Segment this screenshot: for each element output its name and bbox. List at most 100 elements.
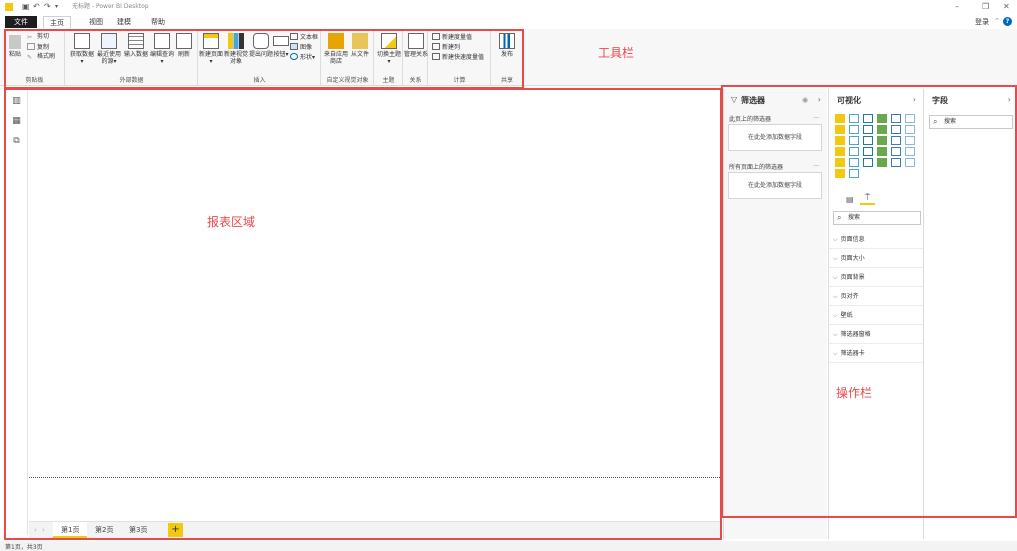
model-view-icon[interactable]: ⧉ [11,136,22,146]
gauge-icon[interactable] [863,147,873,156]
format-section-item[interactable]: ⌵ 页面背景 [829,268,923,287]
area-icon[interactable] [849,125,859,134]
filled-map-icon[interactable] [835,147,845,156]
copy-button[interactable]: 复制 [27,43,49,52]
ask-question-button[interactable]: 提出问题 [249,33,273,58]
format-painter-button[interactable]: ✎ 格式刷 [27,53,55,61]
from-marketplace-button[interactable]: 来自应用商店 [324,33,348,65]
data-view-icon[interactable]: ▦ [11,116,22,126]
chevron-right-icon[interactable]: › [1008,95,1011,104]
pie-icon[interactable] [863,136,873,145]
format-section-item[interactable]: ⌵ 页面大小 [829,249,923,268]
close-icon[interactable]: ✕ [1003,2,1010,11]
get-data-button[interactable]: 获取数据▾ [70,33,94,65]
table-icon[interactable] [863,158,873,167]
line-icon[interactable] [835,125,845,134]
multirow-card-icon[interactable] [891,147,901,156]
clustered-bar-icon[interactable] [863,114,873,123]
tab-file[interactable]: 文件 [5,16,37,28]
format-section-item[interactable]: ⌵ 页对齐 [829,287,923,306]
page-tab[interactable]: 第2页 [87,522,121,538]
map-icon[interactable] [905,136,915,145]
page-tab[interactable]: 第1页 [53,522,88,538]
image-button[interactable]: 图像 [290,43,312,52]
format-section-item[interactable]: ⌵ 页面信息 [829,230,923,249]
stacked-bar-icon[interactable] [835,114,845,123]
filter-drop-well-page[interactable]: 在此处添加数据字段 [728,124,822,151]
fields-search-input[interactable]: ⌕ 搜索 [929,115,1013,129]
undo-icon[interactable]: ↶ [33,3,40,11]
minimize-icon[interactable]: – [955,2,959,11]
waterfall-icon[interactable] [835,136,845,145]
cut-button[interactable]: ✂ 剪切 [27,33,49,41]
tab-home[interactable]: 主页 [43,16,71,28]
refresh-button[interactable]: 刷新 [172,33,196,58]
format-section-item[interactable]: ⌵ 筛选器窗格 [829,325,923,344]
kpi-icon[interactable] [905,147,915,156]
from-file-button[interactable]: 从文件 [348,33,372,58]
save-icon[interactable]: ▣ [22,3,30,11]
new-quick-measure-button[interactable]: 新建快速度量值 [432,53,484,62]
manage-relationships-button[interactable]: 管理关系 [404,33,428,58]
format-paint-roller-icon[interactable]: ⍑ [860,193,875,205]
ribbon-icon[interactable] [905,125,915,134]
collapse-ribbon-icon[interactable]: ⌃ [994,17,1000,25]
treemap-icon[interactable] [891,136,901,145]
text-box-button[interactable]: 文本框 [290,33,318,42]
funnel-icon[interactable] [849,147,859,156]
tab-modeling[interactable]: 建模 [111,16,137,28]
enter-data-button[interactable]: 输入数据 [124,33,148,58]
more-visuals-icon[interactable] [849,169,859,178]
new-column-button[interactable]: 新建列 [432,43,460,52]
100-bar-icon[interactable] [891,114,901,123]
prev-page-icon[interactable]: ‹ [34,526,37,534]
edit-queries-button[interactable]: 编辑查询▾ [150,33,174,65]
filter-drop-well-all-pages[interactable]: 在此处添加数据字段 [728,172,822,199]
r-script-icon[interactable] [891,158,901,167]
publish-button[interactable]: 发布 [495,33,519,58]
page-tab[interactable]: 第3页 [121,522,155,538]
shapes-button[interactable]: 形状▾ [290,53,315,62]
more-options-icon[interactable]: ... [813,161,819,168]
quick-access-dropdown-icon[interactable]: ▾ [55,3,58,11]
stacked-column-icon[interactable] [849,114,859,123]
card-icon[interactable] [877,147,887,156]
report-canvas[interactable] [29,90,720,520]
restore-icon[interactable]: ❐ [982,2,989,11]
chevron-right-icon[interactable]: › [818,95,821,104]
new-visual-button[interactable]: 新建视觉对象 [223,33,249,65]
sign-in-link[interactable]: 登录 [975,17,989,27]
donut-icon[interactable] [877,136,887,145]
recent-sources-button[interactable]: 最近使用的源▾ [96,33,122,65]
matrix-icon[interactable] [877,158,887,167]
scatter-icon[interactable] [849,136,859,145]
format-section-item[interactable]: ⌵ 壁纸 [829,306,923,325]
buttons-button[interactable]: 按钮▾ [271,33,291,58]
new-measure-button[interactable]: 新建度量值 [432,33,472,42]
new-page-button[interactable]: 新建页面▾ [199,33,223,65]
fields-well-icon[interactable]: ▤ [846,195,854,204]
add-page-button[interactable]: + [168,523,183,537]
100-column-icon[interactable] [905,114,915,123]
stacked-area-icon[interactable] [863,125,873,134]
format-search-input[interactable]: ⌕ 搜索 [833,211,921,225]
slicer-icon[interactable] [835,158,845,167]
tab-help[interactable]: 帮助 [145,16,171,28]
redo-icon[interactable]: ↷ [44,3,51,11]
next-page-icon[interactable]: › [42,526,45,534]
qa-icon[interactable] [905,158,915,167]
line-column-icon[interactable] [877,125,887,134]
report-view-icon[interactable]: ▥ [11,96,22,106]
switch-theme-button[interactable]: 切换主题▾ [377,33,401,65]
tab-view[interactable]: 视图 [83,16,109,28]
format-section-item[interactable]: ⌵ 筛选器卡 [829,344,923,363]
globe-icon[interactable] [835,169,845,178]
clustered-column-icon[interactable] [877,114,887,123]
line-clustered-icon[interactable] [891,125,901,134]
eye-icon[interactable]: ◉ [802,96,808,104]
paste-button[interactable]: 粘贴 [7,35,23,58]
help-icon[interactable]: ? [1003,17,1012,26]
more-options-icon[interactable]: ... [813,113,819,120]
chevron-right-icon[interactable]: › [913,95,916,104]
python-icon[interactable] [849,158,859,167]
